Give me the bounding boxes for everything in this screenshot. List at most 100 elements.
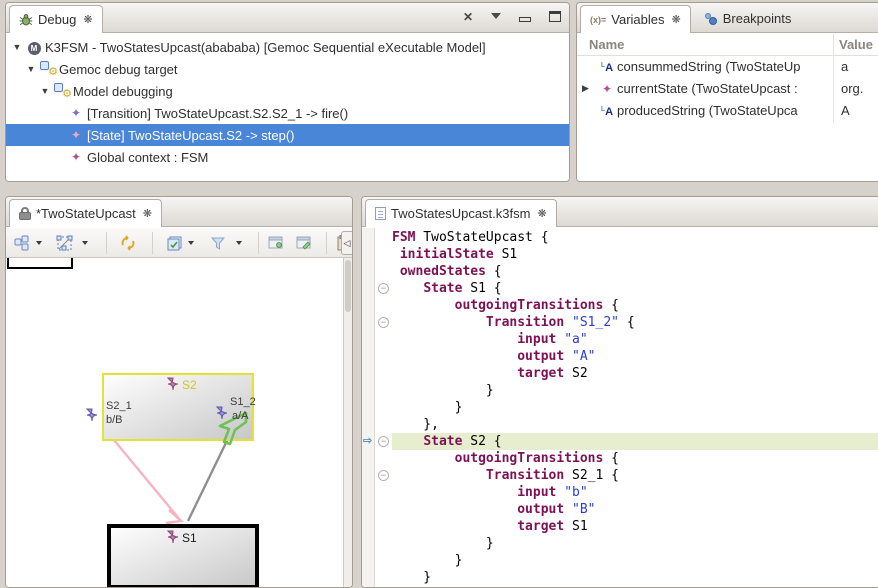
variables-view: (x)= Variables ❋ Breakpoints Name Value … [576,2,878,182]
expand-arrow-icon[interactable]: ▼ [12,42,22,52]
align-icon[interactable] [54,233,74,253]
tab-debug-label: Debug [38,12,76,27]
variables-table: Name Value LAconsummedString (TwoStateUp… [577,34,878,181]
code-line[interactable]: }, [392,416,878,433]
fold-collapse-icon[interactable]: − [378,436,389,447]
debug-tree-item[interactable]: ✦[Transition] TwoStateUpcast.S2.S2_1 -> … [6,102,569,124]
code-line[interactable]: State S2 { [392,433,878,450]
code-line[interactable]: State S1 { [392,280,878,297]
code-line[interactable]: outgoingTransitions { [392,297,878,314]
code-tabbar: TwoStatesUpcast.k3fsm ❋ [362,197,878,227]
tab-debug-close-icon[interactable]: ❋ [83,13,92,26]
remove-all-terminated-icon[interactable]: ✕ [463,11,473,23]
star-magenta-icon: ✦ [68,149,84,165]
k3fsm-editor: TwoStatesUpcast.k3fsm ❋ ⇨ − − − − FSM TwoSt… [361,196,878,588]
variable-name: currentState (TwoStateUpcast : [617,81,831,96]
debug-view: Debug ❋ ✕ ▼MK3FSM - TwoStatesUpcast(abab… [5,2,570,182]
variables-icon: (x)= [590,15,606,25]
code-line[interactable]: } [392,552,878,569]
variables-tabbar: (x)= Variables ❋ Breakpoints [577,3,878,33]
debug-tree-item-label: Model debugging [73,84,173,99]
diagram-vertical-scrollbar[interactable] [343,258,352,587]
code-line[interactable]: input "a" [392,331,878,348]
gearbox-icon: ⚙ [54,83,70,99]
code-line[interactable]: target S1 [392,518,878,535]
filter-dropdown-icon[interactable] [236,241,242,248]
code-line[interactable]: outgoingTransitions { [392,450,878,467]
code-line[interactable]: } [392,535,878,552]
tab-diagram-close-icon[interactable]: ❋ [143,207,152,220]
fold-collapse-icon[interactable]: − [378,317,389,328]
debug-tree-item-label: [Transition] TwoStateUpcast.S2.S2_1 -> f… [87,106,348,121]
minimize-icon[interactable] [519,17,531,22]
state-s1-label: S1 [182,531,197,545]
gearbox-icon: ⚙ [40,61,56,77]
layers-dropdown-icon[interactable] [188,241,194,248]
tab-variables-close-icon[interactable]: ❋ [672,13,681,26]
tab-k3fsm-label: TwoStatesUpcast.k3fsm [391,206,530,221]
filter-icon[interactable] [208,233,228,253]
variable-row[interactable]: LAconsummedString (TwoStateUpa [577,56,878,78]
tab-diagram[interactable]: *TwoStateUpcast ❋ [9,199,162,227]
edit-diagram-icon[interactable] [294,233,314,253]
refresh-icon[interactable] [118,233,138,253]
star-violet-icon: ✦ [68,105,84,121]
code-line[interactable]: initialState S1 [392,246,878,263]
tab-debug[interactable]: Debug ❋ [9,5,103,33]
debug-tree-item[interactable]: ▼ ⚙Model debugging [6,80,569,102]
maximize-icon[interactable] [549,11,561,22]
collapse-toolbar-icon[interactable]: ◁ [341,231,353,255]
debug-tree-item-label: Global context : FSM [87,150,208,165]
code-line[interactable]: target S2 [392,365,878,382]
fsm-diagram-canvas[interactable]: S2 S1 S2_1 b/B S1_2 a/A [6,258,343,587]
code-line[interactable]: input "b" [392,484,878,501]
column-value[interactable]: Value [839,37,873,52]
local-var-icon: LA [599,103,615,119]
state-s1[interactable]: S1 [109,526,257,587]
folding-ruler[interactable]: − − − − [376,228,392,587]
tab-diagram-label: *TwoStateUpcast [36,206,136,221]
debug-tabbar: Debug ❋ ✕ [6,3,569,33]
tab-variables[interactable]: (x)= Variables ❋ [580,5,691,33]
column-name[interactable]: Name [589,37,624,52]
code-line[interactable]: FSM TwoStateUpcast { [392,229,878,246]
debug-tree-item[interactable]: ▼⚙Gemoc debug target [6,58,569,80]
debug-tree-item[interactable]: ✦[State] TwoStateUpcast.S2 -> step() [6,124,569,146]
expand-arrow-icon[interactable]: ▼ [26,64,36,74]
code-line[interactable]: } [392,569,878,586]
code-text[interactable]: FSM TwoStateUpcast { initialState S1 own… [392,229,878,587]
star-magenta-icon: ✦ [599,81,615,97]
arrange-all-icon[interactable] [12,233,32,253]
variable-row[interactable]: LAproducedString (TwoStateUpcaA [577,100,878,122]
layers-icon[interactable] [164,233,184,253]
code-line[interactable]: Transition "S1_2" { [392,314,878,331]
tab-breakpoints[interactable]: Breakpoints [694,4,802,32]
expand-arrow-icon[interactable]: ▶ [582,83,589,94]
diagram-editor: *TwoStateUpcast ❋ [5,196,353,588]
fold-collapse-icon[interactable]: − [378,470,389,481]
code-line[interactable]: } [392,399,878,416]
instruction-pointer-icon: ⇨ [363,434,372,447]
state-s2-label: S2 [182,378,197,392]
code-line[interactable]: output "B" [392,501,878,518]
tab-variables-label: Variables [611,12,664,27]
code-editor-area[interactable]: ⇨ − − − − FSM TwoStateUpcast { initialState… [362,228,878,587]
view-menu-icon[interactable] [491,13,501,24]
debug-tree-item[interactable]: ✦Global context : FSM [6,146,569,168]
fold-collapse-icon[interactable]: − [378,283,389,294]
tab-k3fsm-close-icon[interactable]: ❋ [537,207,546,220]
annotation-ruler[interactable]: ⇨ [362,228,375,587]
align-dropdown-icon[interactable] [82,241,88,248]
variable-value: org. [841,81,863,96]
code-line[interactable]: } [392,382,878,399]
code-line[interactable]: output "A" [392,348,878,365]
expand-arrow-icon[interactable]: ▼ [40,86,50,96]
code-line[interactable]: ownedStates { [392,263,878,280]
tab-k3fsm-file[interactable]: TwoStatesUpcast.k3fsm ❋ [365,199,557,227]
arrange-all-dropdown-icon[interactable] [36,241,42,248]
variable-row[interactable]: ▶ ✦currentState (TwoStateUpcast : org. [577,78,878,100]
debug-tree-item[interactable]: ▼MK3FSM - TwoStatesUpcast(abababa) [Gemo… [6,36,569,58]
show-diagram-icon[interactable] [266,233,286,253]
file-icon [375,207,386,220]
code-line[interactable]: Transition S2_1 { [392,467,878,484]
